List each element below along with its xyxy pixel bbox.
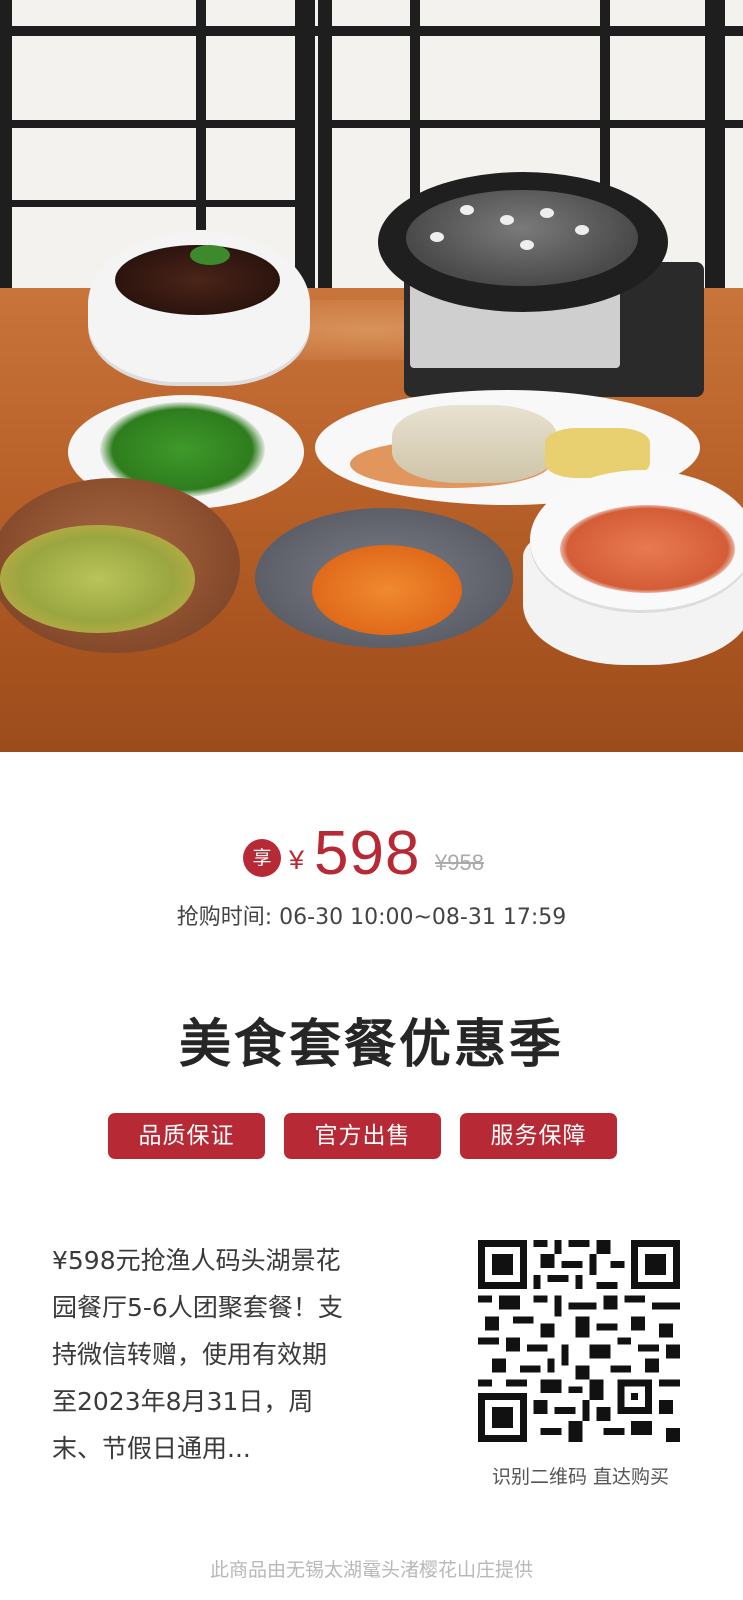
tag-quality: 品质保证: [108, 1113, 265, 1159]
lattice-post: [295, 0, 315, 300]
description-line: 至2023年8月31日，周: [52, 1387, 314, 1416]
product-description: ¥598元抢渔人码头湖景花 园餐厅5-6人团聚套餐！支 持微信转赠，使用有效期 …: [52, 1237, 412, 1472]
sale-price: 598: [314, 819, 421, 888]
page-title: 美食套餐优惠季: [178, 1015, 564, 1075]
sale-time: 抢购时间: 06-30 10:00~08-31 17:59: [176, 905, 567, 930]
fish-ball: [575, 225, 589, 235]
fish-ball: [540, 208, 554, 218]
tag-service: 服务保障: [460, 1113, 617, 1159]
guarantee-tags: 品质保证 官方出售 服务保障: [0, 1113, 743, 1161]
description-line: ¥598元抢渔人码头湖景花: [52, 1246, 341, 1275]
fish-ball: [430, 232, 444, 242]
qr-code-icon[interactable]: [478, 1240, 680, 1442]
steamed-fish: [392, 405, 557, 483]
lattice-post: [196, 0, 206, 230]
lattice-post: [410, 0, 420, 200]
fish-ball: [520, 240, 534, 250]
lattice-post: [0, 0, 12, 300]
hero-photo: [0, 0, 743, 752]
lattice-post: [600, 0, 610, 200]
description-line: 末、节假日通用...: [52, 1434, 251, 1463]
lattice-bar: [0, 120, 310, 128]
lattice-post: [705, 0, 725, 300]
tag-official: 官方出售: [284, 1113, 441, 1159]
currency-symbol: ¥: [289, 845, 305, 875]
lattice-bar: [330, 120, 743, 128]
description-line: 园餐厅5-6人团聚套餐！支: [52, 1293, 343, 1322]
original-price: ¥958: [435, 850, 484, 875]
description-line: 持微信转赠，使用有效期: [52, 1340, 328, 1369]
provider-footer: 此商品由无锡太湖鼋头渚樱花山庄提供: [209, 1559, 533, 1581]
river-shrimp: [560, 505, 735, 593]
lattice-bar: [0, 26, 743, 36]
price-row: 享 ¥ 598 ¥958: [0, 819, 743, 892]
carrot-pieces: [312, 545, 462, 635]
member-price-badge: 享: [243, 839, 281, 877]
lattice-post: [318, 0, 332, 300]
lattice-bar: [0, 200, 310, 207]
fish-ball: [460, 205, 474, 215]
soup-food: [0, 525, 195, 633]
fish-ball: [500, 215, 514, 225]
qr-caption: 识别二维码 直达购买: [491, 1466, 670, 1488]
garnish: [190, 245, 230, 265]
